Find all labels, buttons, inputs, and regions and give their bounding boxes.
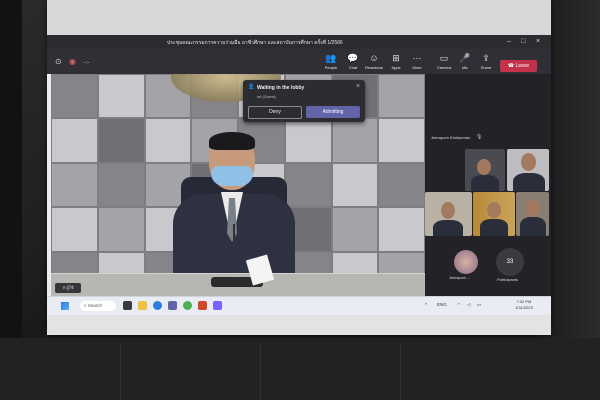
reactions-icon: ☺ [369, 53, 379, 63]
volume-icon[interactable]: ◁ [467, 302, 470, 308]
participant-small-name: Jeerapom ... [449, 276, 471, 280]
leave-label: Leave [515, 63, 530, 69]
mic-button[interactable]: 🎤 Mic [454, 53, 476, 70]
wifi-icon[interactable]: ◠ [457, 302, 461, 308]
participants-label: Participants [497, 277, 518, 282]
reactions-label: Reactions [365, 65, 383, 70]
participant-video-3[interactable] [473, 192, 515, 236]
room-floor [0, 338, 600, 400]
language-indicator[interactable]: ENG [437, 302, 447, 307]
close-icon[interactable]: × [536, 38, 540, 45]
edge-icon[interactable] [153, 301, 162, 310]
desk-microphone [233, 224, 235, 279]
stage-name-badge: ⚲ ผู้ใช้ [55, 283, 81, 293]
teams-app-icon[interactable] [213, 301, 222, 310]
taskbar-search[interactable]: ⌕ Search [80, 301, 116, 311]
people-button[interactable]: 👥 People [320, 53, 342, 70]
mic-muted-icon: 🎙 [476, 134, 483, 140]
projector-screen: ประชุมคณะกรรมการความร่วมมือ อาชีวศึกษา แ… [47, 0, 551, 335]
office-icon[interactable] [198, 301, 207, 310]
people-icon: 👥 [325, 53, 337, 63]
clock-date: 1/31/2023 [515, 305, 533, 310]
more-button[interactable]: ⋯ More [406, 53, 428, 70]
record-icon[interactable]: ◉ [69, 57, 76, 66]
chat-label: Chat [348, 65, 358, 70]
maximize-icon[interactable]: □ [521, 38, 525, 45]
participant-video-2[interactable] [507, 149, 549, 191]
meeting-toolbar: ⊙ ◉ --:- 👥 People 💬 Chat ☺ Reactions ⊞ A… [47, 49, 551, 74]
camera-icon: ▭ [439, 53, 449, 63]
shield-icon[interactable]: ⊙ [55, 57, 62, 66]
camera-label: Camera [436, 65, 452, 70]
pinned-participant-name: Jeerapom Khotsuman [431, 135, 471, 140]
lobby-title: Waiting in the lobby [257, 85, 305, 91]
more-label: More [412, 65, 422, 70]
participants-sidebar: Jeerapom Khotsuman 🎙 Jeerapom ... 33 Par… [425, 74, 551, 296]
meeting-controls: ⊙ ◉ --:- [55, 57, 90, 66]
participant-video-1[interactable] [465, 149, 505, 191]
windows-taskbar: ⌕ Search ^ ENG ◠ ◁ ▭ 7:02 PM 1/31/2023 [47, 296, 551, 316]
face-mask [211, 166, 253, 186]
mic-icon: 🎤 [459, 53, 471, 63]
share-button[interactable]: ⇪ Share [475, 53, 497, 70]
leave-button[interactable]: ☎ Leave [500, 60, 537, 72]
apps-icon: ⊞ [392, 53, 400, 63]
lobby-notification: 👤 Waiting in the lobby × srt (Guest) Den… [243, 80, 365, 122]
windows-start-icon[interactable] [61, 302, 69, 310]
chat-button[interactable]: 💬 Chat [342, 53, 364, 70]
chevron-up-icon[interactable]: ^ [425, 302, 427, 307]
participant-video-4[interactable] [516, 192, 549, 236]
task-view-icon[interactable] [123, 301, 132, 310]
taskbar-clock[interactable]: 7:02 PM 1/31/2023 [515, 299, 533, 311]
window-title: ประชุมคณะกรรมการความร่วมมือ อาชีวศึกษา แ… [167, 40, 343, 46]
chat-icon: 💬 [347, 53, 359, 63]
apps-label: Apps [391, 65, 401, 70]
pin-icon: ⚲ [62, 285, 66, 290]
meeting-timer: --:- [83, 60, 90, 66]
share-icon: ⇪ [482, 53, 490, 63]
search-icon: ⌕ [84, 303, 87, 308]
stage-badge-label: ผู้ใช้ [66, 285, 74, 290]
file-explorer-icon[interactable] [138, 301, 147, 310]
minimize-icon[interactable]: – [507, 38, 511, 45]
deny-button[interactable]: Deny [248, 106, 302, 119]
main-video-stage: ⚲ ผู้ใช้ [51, 74, 425, 296]
lobby-guest-name: srt (Guest) [257, 94, 276, 99]
people-label: People [324, 65, 338, 70]
share-label: Share [480, 65, 492, 70]
participant-avatar[interactable] [454, 250, 478, 274]
phone-icon: ☎ [507, 63, 515, 69]
reactions-button[interactable]: ☺ Reactions [363, 53, 385, 70]
teams-icon[interactable] [168, 301, 177, 310]
window-titlebar: ประชุมคณะกรรมการความร่วมมือ อาชีวศึกษา แ… [47, 35, 551, 49]
battery-icon[interactable]: ▭ [477, 302, 481, 308]
admit-button[interactable]: Admitting [306, 106, 360, 118]
screen-bottom-margin [47, 315, 551, 335]
mic-label: Mic [461, 65, 469, 70]
search-label: Search [87, 303, 103, 308]
apps-button[interactable]: ⊞ Apps [385, 53, 407, 70]
participant-video-5[interactable] [425, 192, 472, 236]
lobby-icon: 👤 [248, 84, 255, 90]
chrome-icon[interactable] [183, 301, 192, 310]
camera-button[interactable]: ▭ Camera [433, 53, 455, 70]
more-icon: ⋯ [412, 53, 422, 63]
screen-top-margin [47, 0, 551, 35]
close-icon[interactable]: × [356, 83, 360, 90]
participant-count-badge[interactable]: 33 [496, 248, 524, 276]
